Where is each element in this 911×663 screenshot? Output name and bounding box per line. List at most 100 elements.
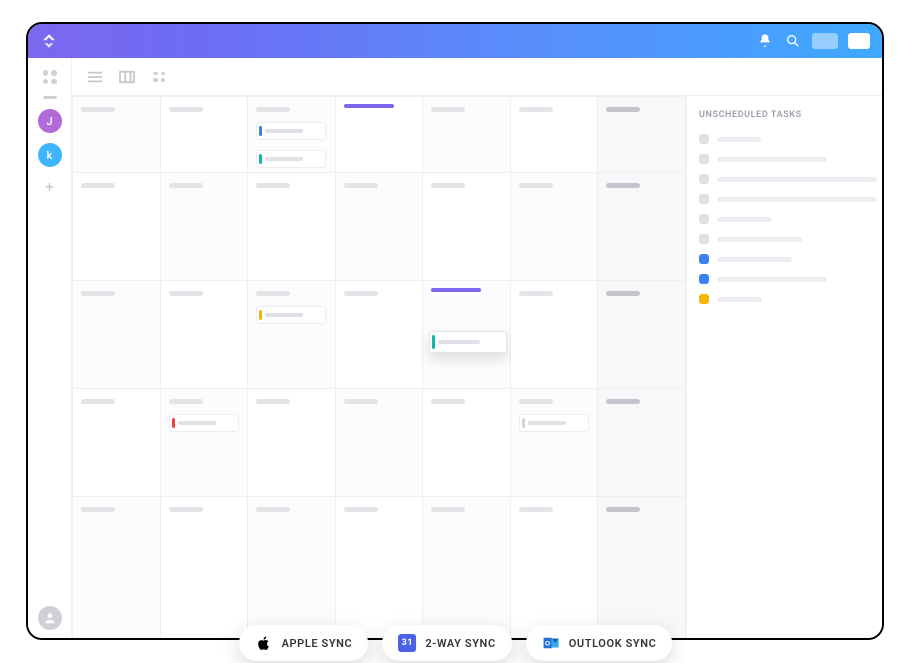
day-label-placeholder [344, 399, 378, 404]
calendar-cell[interactable] [335, 97, 423, 173]
day-label-placeholder [606, 399, 640, 404]
calendar-cell[interactable] [510, 97, 598, 173]
calendar[interactable]: ✥ [72, 96, 686, 638]
calendar-cell[interactable] [73, 173, 161, 281]
day-label-placeholder [606, 291, 640, 296]
calendar-cell[interactable] [335, 173, 423, 281]
unscheduled-panel: UNSCHEDULED TASKS [686, 96, 882, 638]
calendar-cell[interactable] [598, 173, 686, 281]
calendar-cell[interactable] [598, 389, 686, 497]
calendar-cell[interactable] [160, 97, 248, 173]
task-title-placeholder [717, 277, 827, 282]
task-title-placeholder [717, 177, 877, 182]
calendar-event[interactable] [256, 306, 326, 324]
calendar-event[interactable] [519, 414, 589, 432]
avatar-j[interactable]: J [38, 109, 62, 133]
day-label-placeholder [256, 107, 290, 112]
grid-view-icon[interactable] [150, 69, 168, 85]
add-space-button[interactable]: + [41, 177, 59, 195]
calendar-cell[interactable] [248, 389, 336, 497]
app-logo[interactable] [40, 32, 58, 50]
task-status-dot [699, 154, 709, 164]
calendar-cell[interactable] [423, 173, 511, 281]
task-title-placeholder [717, 257, 792, 262]
calendar-cell[interactable] [510, 173, 598, 281]
calendar-cell[interactable] [598, 497, 686, 639]
calendar-cell[interactable] [160, 281, 248, 389]
day-label-placeholder [81, 399, 115, 404]
day-label-placeholder [169, 107, 203, 112]
day-label-placeholder [169, 291, 203, 296]
task-status-dot [699, 234, 709, 244]
spaces-icon[interactable] [41, 68, 59, 86]
calendar-cell[interactable] [73, 281, 161, 389]
calendar-event[interactable] [169, 414, 239, 432]
day-label-placeholder [344, 507, 378, 512]
unscheduled-task[interactable] [699, 214, 870, 224]
header-chip-1[interactable] [812, 33, 838, 49]
svg-text:O: O [545, 640, 551, 647]
avatar-k[interactable]: k [38, 143, 62, 167]
calendar-cell[interactable] [73, 497, 161, 639]
calendar-event[interactable] [256, 150, 326, 168]
gcal-sync-chip[interactable]: 31 2-WAY SYNC [382, 625, 511, 661]
dragging-event[interactable] [429, 331, 507, 353]
search-icon[interactable] [784, 32, 802, 50]
task-title-placeholder [717, 237, 802, 242]
titlebar [28, 24, 882, 58]
calendar-cell[interactable] [510, 389, 598, 497]
unscheduled-task[interactable] [699, 234, 870, 244]
profile-icon[interactable] [38, 606, 62, 630]
day-label-placeholder [519, 291, 553, 296]
apple-sync-chip[interactable]: APPLE SYNC [239, 625, 369, 661]
calendar-cell[interactable] [510, 281, 598, 389]
day-label-placeholder [169, 507, 203, 512]
calendar-cell[interactable] [160, 173, 248, 281]
day-label-placeholder [344, 183, 378, 188]
calendar-cell[interactable]: ✥ [423, 281, 511, 389]
list-view-icon[interactable] [86, 69, 104, 85]
calendar-cell[interactable] [73, 389, 161, 497]
outlook-sync-chip[interactable]: O OUTLOOK SYNC [526, 625, 673, 661]
unscheduled-task[interactable] [699, 154, 870, 164]
unscheduled-task[interactable] [699, 254, 870, 264]
calendar-cell[interactable] [423, 97, 511, 173]
day-label-placeholder [606, 507, 640, 512]
day-label-placeholder [256, 291, 290, 296]
task-title-placeholder [717, 197, 877, 202]
calendar-cell[interactable] [598, 97, 686, 173]
unscheduled-task[interactable] [699, 294, 870, 304]
app-window: J k + [26, 22, 884, 640]
day-label-placeholder [519, 183, 553, 188]
bell-icon[interactable] [756, 32, 774, 50]
calendar-cell[interactable] [248, 497, 336, 639]
calendar-cell[interactable] [598, 281, 686, 389]
calendar-cell[interactable] [335, 497, 423, 639]
chip-label: APPLE SYNC [282, 637, 353, 650]
board-view-icon[interactable] [118, 69, 136, 85]
calendar-cell[interactable] [248, 281, 336, 389]
task-status-dot [699, 174, 709, 184]
calendar-cell[interactable] [335, 281, 423, 389]
unscheduled-task[interactable] [699, 174, 870, 184]
task-status-dot [699, 134, 709, 144]
calendar-cell[interactable] [335, 389, 423, 497]
calendar-cell[interactable] [160, 497, 248, 639]
day-label-placeholder [431, 507, 465, 512]
day-label-placeholder [606, 107, 640, 112]
calendar-cell[interactable] [160, 389, 248, 497]
today-accent [431, 288, 481, 292]
calendar-cell[interactable] [423, 497, 511, 639]
unscheduled-task[interactable] [699, 134, 870, 144]
calendar-cell[interactable] [73, 97, 161, 173]
header-chip-2[interactable] [848, 33, 870, 49]
task-status-dot [699, 254, 709, 264]
calendar-event[interactable] [256, 122, 326, 140]
unscheduled-task[interactable] [699, 194, 870, 204]
unscheduled-task[interactable] [699, 274, 870, 284]
calendar-cell[interactable] [423, 389, 511, 497]
task-status-dot [699, 194, 709, 204]
calendar-cell[interactable] [248, 97, 336, 173]
calendar-cell[interactable] [510, 497, 598, 639]
calendar-cell[interactable] [248, 173, 336, 281]
